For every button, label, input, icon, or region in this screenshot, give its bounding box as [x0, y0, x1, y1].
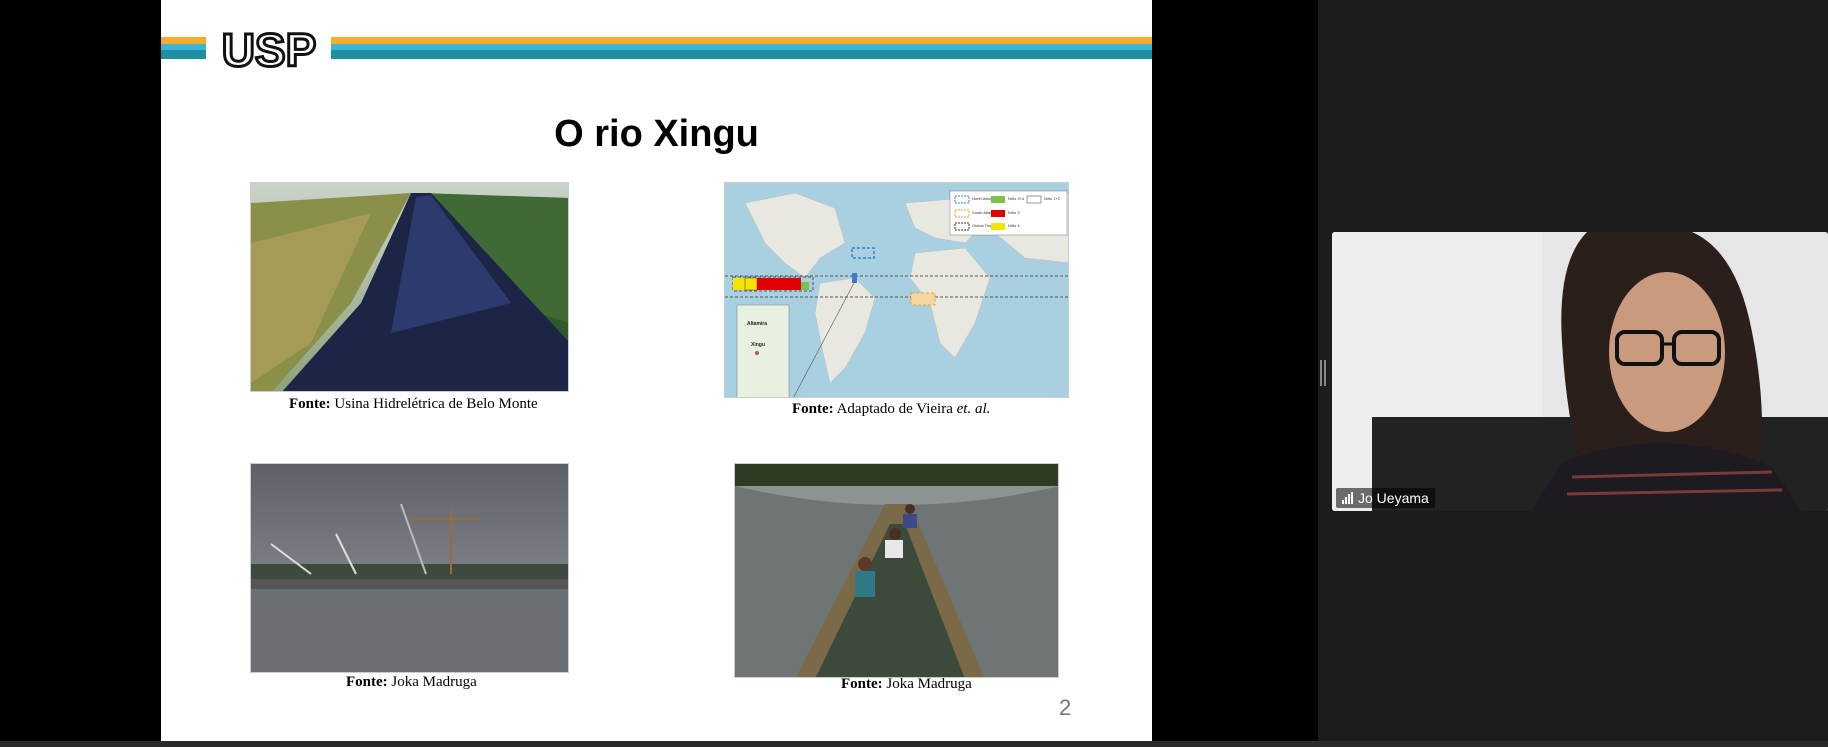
caption-text: Joka Madruga [391, 674, 477, 690]
photo-dam-construction [250, 463, 569, 673]
usp-logo-icon: USP [209, 24, 328, 74]
caption-text: Adaptado de Vieira [836, 401, 957, 417]
caption-source-label: Fonte: [289, 396, 331, 412]
caption-italic: et. al. [956, 401, 991, 417]
caption-dam-construction: Fonte: Joka Madruga [346, 674, 477, 691]
caption-source-label: Fonte: [346, 674, 388, 690]
participant-video-frame [1332, 232, 1828, 511]
svg-text:Xingu: Xingu [751, 342, 765, 348]
meeting-window: USP O rio Xingu Fonte: Usina Hidrelétric… [0, 0, 1828, 747]
shared-screen-area: USP O rio Xingu Fonte: Usina Hidrelétric… [0, 0, 1318, 741]
participant-name-label: Jo Ueyama [1336, 488, 1435, 508]
caption-climate-map: Fonte: Adaptado de Vieira et. al. [792, 401, 990, 418]
caption-source-label: Fonte: [841, 676, 883, 692]
svg-text:USP: USP [221, 24, 316, 74]
climate-region-map: North Atlantic South Atlantic Global Tro… [724, 182, 1069, 398]
panel-resize-handle[interactable] [1320, 360, 1326, 386]
bottom-edge-bar [0, 741, 1828, 747]
connection-signal-icon [1342, 492, 1353, 504]
photo-river-aerial [250, 182, 569, 392]
caption-text: Joka Madruga [886, 676, 972, 692]
svg-text:Niño 4: Niño 4 [1008, 223, 1020, 228]
participant-name: Jo Ueyama [1358, 490, 1429, 506]
svg-text:Niño 1+2: Niño 1+2 [1044, 196, 1061, 201]
photo-boat-family [734, 463, 1059, 678]
caption-text: Usina Hidrelétrica de Belo Monte [334, 396, 538, 412]
svg-text:Niño 3: Niño 3 [1008, 210, 1020, 215]
slide-number: 2 [1059, 695, 1072, 720]
slide-title: O rio Xingu [554, 113, 759, 155]
presentation-slide: USP O rio Xingu Fonte: Usina Hidrelétric… [161, 0, 1152, 741]
caption-source-label: Fonte: [792, 401, 834, 417]
usp-logo: USP [206, 22, 331, 75]
svg-text:Niño 3+4: Niño 3+4 [1008, 196, 1025, 201]
caption-river-aerial: Fonte: Usina Hidrelétrica de Belo Monte [289, 396, 538, 413]
caption-boat-family: Fonte: Joka Madruga [841, 676, 972, 693]
participant-video-tile[interactable]: Jo Ueyama [1332, 232, 1828, 511]
svg-text:Altamira: Altamira [747, 321, 767, 327]
